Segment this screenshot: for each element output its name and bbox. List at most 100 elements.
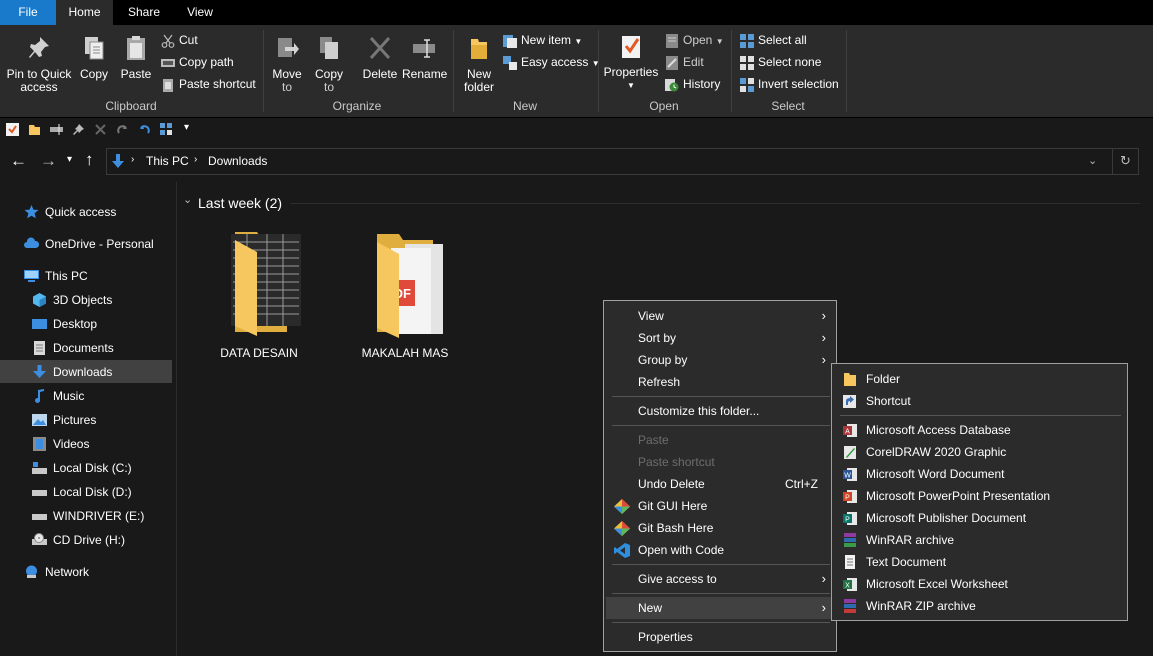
menu-item-give-access[interactable]: Give access to ›: [606, 568, 834, 590]
menu-item-customize-folder[interactable]: Customize this folder...: [606, 400, 834, 422]
paste-button[interactable]: Paste: [117, 35, 155, 81]
copy-icon: [85, 37, 104, 60]
new-folder-qat-icon[interactable]: [28, 123, 41, 136]
menu-item-group-by[interactable]: Group by ›: [606, 349, 834, 371]
menu-item-properties[interactable]: Properties: [606, 626, 834, 648]
nav-label: Videos: [53, 437, 90, 451]
cut-button[interactable]: Cut: [161, 31, 198, 49]
back-arrow-icon[interactable]: ←: [10, 151, 27, 171]
breadcrumb-separator-icon: ›: [194, 154, 198, 165]
delete-button[interactable]: Delete: [360, 35, 400, 81]
menu-item-view[interactable]: View ›: [606, 305, 834, 327]
new-item-label: New item: [521, 33, 572, 47]
up-arrow-icon[interactable]: ↑: [85, 150, 94, 170]
recent-locations-chevron-icon[interactable]: ▾: [67, 154, 72, 165]
customize-qat-arrow-icon[interactable]: ▾: [184, 122, 189, 133]
nav-label: Local Disk (D:): [53, 485, 132, 499]
context-menu: View › Sort by › Group by › Refresh Customi…: [603, 300, 837, 652]
folder-item[interactable]: PDF MAKALAH MAS: [345, 232, 465, 360]
invert-selection-button[interactable]: Invert selection: [740, 75, 839, 93]
star-icon: [24, 205, 39, 219]
rename-button[interactable]: Rename: [402, 35, 448, 81]
menu-item-undo-delete[interactable]: Undo Delete Ctrl+Z: [606, 473, 834, 495]
nav-label: Pictures: [53, 413, 97, 427]
new-item-icon: [503, 34, 517, 48]
group-header[interactable]: Last week (2): [198, 195, 282, 211]
cube-icon: [33, 293, 46, 307]
desktop-icon: [32, 319, 47, 329]
new-folder-button[interactable]: New folder: [458, 35, 500, 94]
rename-qat-icon[interactable]: [50, 123, 63, 136]
menu-item-open-with-code[interactable]: Open with Code: [606, 539, 834, 561]
pin-to-quick-access-button[interactable]: Pin to Quick access: [4, 35, 74, 94]
address-dropdown-chevron-icon[interactable]: ⌄: [1088, 154, 1097, 167]
folder-item[interactable]: DATA DESAIN: [199, 232, 319, 360]
new-item-word[interactable]: W Microsoft Word Document: [834, 463, 1125, 485]
ribbon-separator: [846, 30, 847, 112]
breadcrumb-this-pc[interactable]: This PC: [146, 154, 189, 168]
rename-label: Rename: [402, 67, 448, 81]
menu-label: Folder: [866, 372, 901, 386]
tab-file[interactable]: File: [0, 0, 56, 25]
move-to-icon: [278, 38, 299, 57]
new-item-text-document[interactable]: Text Document: [834, 551, 1125, 573]
menu-item-sort-by[interactable]: Sort by ›: [606, 327, 834, 349]
properties-button[interactable]: Properties ▼: [602, 33, 660, 92]
address-bar[interactable]: › This PC › Downloads ⌄ ↻: [106, 148, 1139, 175]
new-item-button[interactable]: New item ▼: [503, 31, 582, 49]
menu-label: Shortcut: [866, 394, 911, 408]
move-to-button[interactable]: Move to: [270, 35, 304, 94]
delete-qat-icon[interactable]: [94, 123, 107, 136]
new-item-folder[interactable]: Folder: [834, 368, 1125, 390]
new-item-winrar[interactable]: WinRAR archive: [834, 529, 1125, 551]
history-icon: [665, 78, 679, 92]
new-item-access[interactable]: A Microsoft Access Database: [834, 419, 1125, 441]
tab-share[interactable]: Share: [122, 0, 166, 25]
tab-home[interactable]: Home: [56, 0, 113, 25]
svg-text:P: P: [845, 517, 850, 524]
undo-qat-icon[interactable]: [138, 123, 151, 136]
cloud-icon: [24, 237, 39, 248]
copy-path-button[interactable]: Copy path: [161, 53, 234, 71]
paste-shortcut-button[interactable]: Paste shortcut: [161, 75, 256, 93]
new-item-powerpoint[interactable]: P Microsoft PowerPoint Presentation: [834, 485, 1125, 507]
paste-icon: [127, 36, 145, 60]
menu-shortcut: Ctrl+Z: [785, 477, 818, 491]
delete-x-icon: [369, 36, 391, 60]
edit-button[interactable]: Edit: [665, 53, 704, 71]
menu-item-git-bash[interactable]: Git Bash Here: [606, 517, 834, 539]
menu-item-new[interactable]: New ›: [606, 597, 834, 619]
menu-item-paste[interactable]: Paste: [606, 429, 834, 451]
new-item-winrar-zip[interactable]: WinRAR ZIP archive: [834, 595, 1125, 617]
history-button[interactable]: History: [665, 75, 720, 93]
new-group-label: New: [512, 99, 537, 113]
tab-view[interactable]: View: [178, 0, 222, 25]
copy-button[interactable]: Copy: [76, 35, 112, 81]
select-all-button[interactable]: Select all: [740, 31, 807, 49]
open-button[interactable]: Open ▼: [665, 31, 724, 49]
select-none-button[interactable]: Select none: [740, 53, 821, 71]
network-icon: [26, 565, 37, 578]
new-item-coreldraw[interactable]: CorelDRAW 2020 Graphic: [834, 441, 1125, 463]
nav-label: Local Disk (C:): [53, 461, 132, 475]
file-name: DATA DESAIN: [220, 346, 298, 360]
menu-item-paste-shortcut[interactable]: Paste shortcut: [606, 451, 834, 473]
new-item-excel[interactable]: X Microsoft Excel Worksheet: [834, 573, 1125, 595]
new-folder-icon: [471, 39, 487, 59]
menu-label: Open with Code: [638, 543, 725, 557]
group-collapse-chevron-icon[interactable]: ⌄: [183, 193, 192, 206]
new-item-publisher[interactable]: P Microsoft Publisher Document: [834, 507, 1125, 529]
new-item-shortcut[interactable]: Shortcut: [834, 390, 1125, 412]
copy-to-button[interactable]: Copy to: [312, 35, 346, 94]
easy-access-button[interactable]: Easy access ▼: [503, 53, 600, 71]
ribbon-separator: [598, 30, 599, 112]
refresh-icon[interactable]: ↻: [1120, 153, 1131, 169]
redo-qat-icon[interactable]: [116, 123, 129, 136]
pin-qat-icon[interactable]: [72, 123, 85, 136]
breadcrumb-downloads[interactable]: Downloads: [208, 154, 267, 168]
menu-item-refresh[interactable]: Refresh: [606, 371, 834, 393]
properties-qat-icon[interactable]: [6, 123, 19, 136]
select-all-qat-icon[interactable]: [160, 123, 173, 136]
menu-item-git-gui[interactable]: Git GUI Here: [606, 495, 834, 517]
forward-arrow-icon[interactable]: →: [40, 151, 57, 171]
